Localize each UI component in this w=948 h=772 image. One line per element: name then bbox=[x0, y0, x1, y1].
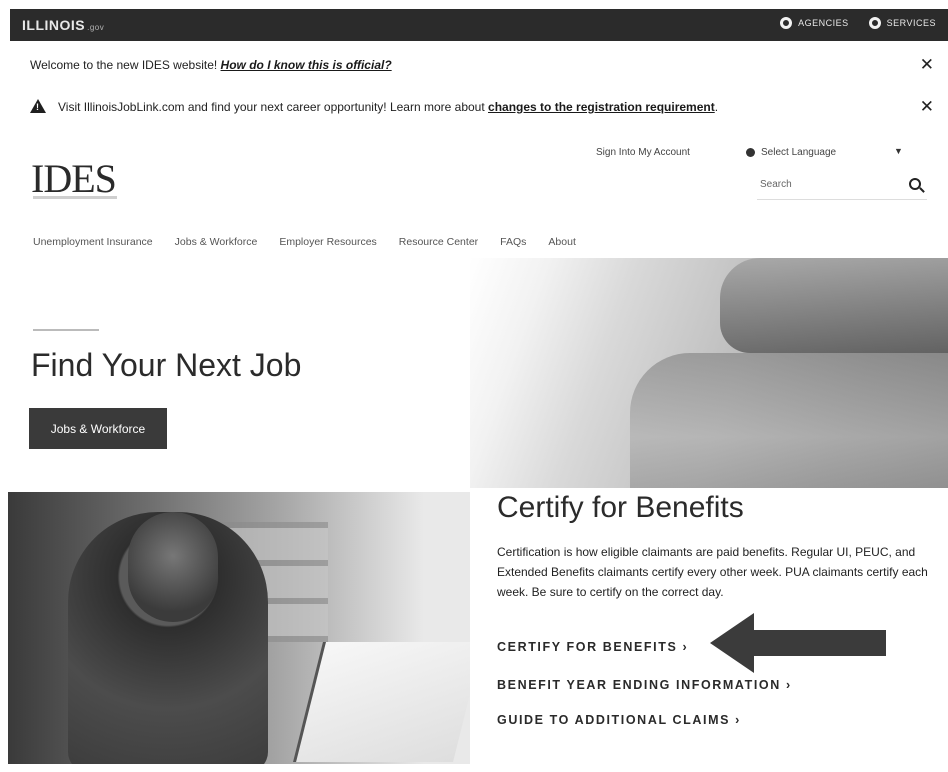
nav-jobs-workforce[interactable]: Jobs & Workforce bbox=[175, 236, 258, 248]
statebar-links: AGENCIES SERVICES bbox=[780, 17, 936, 29]
hero-stone-bottom bbox=[630, 353, 948, 488]
official-link[interactable]: How do I know this is official? bbox=[221, 58, 392, 72]
illinois-brand-label: ILLINOIS bbox=[22, 17, 86, 33]
pointer-arrow-icon bbox=[710, 613, 886, 673]
agencies-link[interactable]: AGENCIES bbox=[780, 17, 849, 29]
hero-stone-top bbox=[720, 258, 948, 353]
state-bar: ILLINOIS .gov AGENCIES SERVICES bbox=[10, 9, 948, 41]
services-icon bbox=[868, 17, 881, 29]
close-icon[interactable]: ✕ bbox=[920, 97, 934, 117]
certify-title: Certify for Benefits bbox=[497, 491, 744, 524]
registration-link[interactable]: changes to the registration requirement bbox=[488, 100, 715, 114]
search-input[interactable] bbox=[757, 172, 897, 190]
claimant-photo bbox=[8, 492, 470, 764]
hero-title: Find Your Next Job bbox=[31, 347, 302, 383]
search-box bbox=[757, 172, 927, 200]
photo-laptop bbox=[293, 642, 470, 762]
welcome-text: Welcome to the new IDES website! bbox=[30, 58, 221, 72]
benefit-year-ending-link[interactable]: BENEFIT YEAR ENDING INFORMATION › bbox=[497, 678, 792, 692]
signin-link[interactable]: Sign Into My Account bbox=[596, 147, 690, 158]
logo-tagline bbox=[33, 196, 117, 199]
agencies-label: AGENCIES bbox=[798, 18, 849, 28]
hero-image bbox=[470, 258, 948, 488]
search-icon[interactable] bbox=[909, 178, 921, 190]
agencies-icon bbox=[780, 17, 793, 29]
chevron-down-icon[interactable]: ▼ bbox=[894, 146, 903, 156]
nav-faqs[interactable]: FAQs bbox=[500, 236, 526, 248]
illinois-brand[interactable]: ILLINOIS .gov bbox=[22, 17, 104, 33]
hero-kicker-line bbox=[33, 329, 99, 331]
language-label: Select Language bbox=[761, 147, 837, 158]
nav-employer-resources[interactable]: Employer Resources bbox=[279, 236, 376, 248]
main-nav: Unemployment Insurance Jobs & Workforce … bbox=[33, 236, 598, 248]
jobs-workforce-button[interactable]: Jobs & Workforce bbox=[29, 408, 167, 449]
joblink-text: Visit IllinoisJobLink.com and find your … bbox=[58, 100, 489, 114]
globe-icon bbox=[746, 148, 755, 157]
nav-resource-center[interactable]: Resource Center bbox=[399, 236, 478, 248]
additional-claims-guide-link[interactable]: GUIDE TO ADDITIONAL CLAIMS › bbox=[497, 713, 741, 727]
pointer-arrow-shape bbox=[710, 613, 886, 673]
certify-for-benefits-link[interactable]: CERTIFY FOR BENEFITS › bbox=[497, 640, 688, 654]
photo-head bbox=[128, 512, 218, 622]
illinois-brand-suffix: .gov bbox=[87, 23, 105, 32]
language-selector[interactable]: Select Language bbox=[746, 147, 836, 158]
nav-unemployment-insurance[interactable]: Unemployment Insurance bbox=[33, 236, 153, 248]
nav-about[interactable]: About bbox=[548, 236, 575, 248]
warning-icon bbox=[30, 99, 46, 113]
joblink-end: . bbox=[714, 100, 719, 114]
close-icon[interactable]: ✕ bbox=[920, 55, 934, 75]
services-link[interactable]: SERVICES bbox=[868, 17, 936, 29]
ides-logo[interactable]: IDES bbox=[31, 155, 117, 202]
services-label: SERVICES bbox=[886, 18, 936, 28]
joblink-alert: Visit IllinoisJobLink.com and find your … bbox=[30, 97, 940, 117]
welcome-alert: Welcome to the new IDES website! How do … bbox=[30, 55, 940, 75]
certify-description: Certification is how eligible claimants … bbox=[497, 545, 928, 599]
